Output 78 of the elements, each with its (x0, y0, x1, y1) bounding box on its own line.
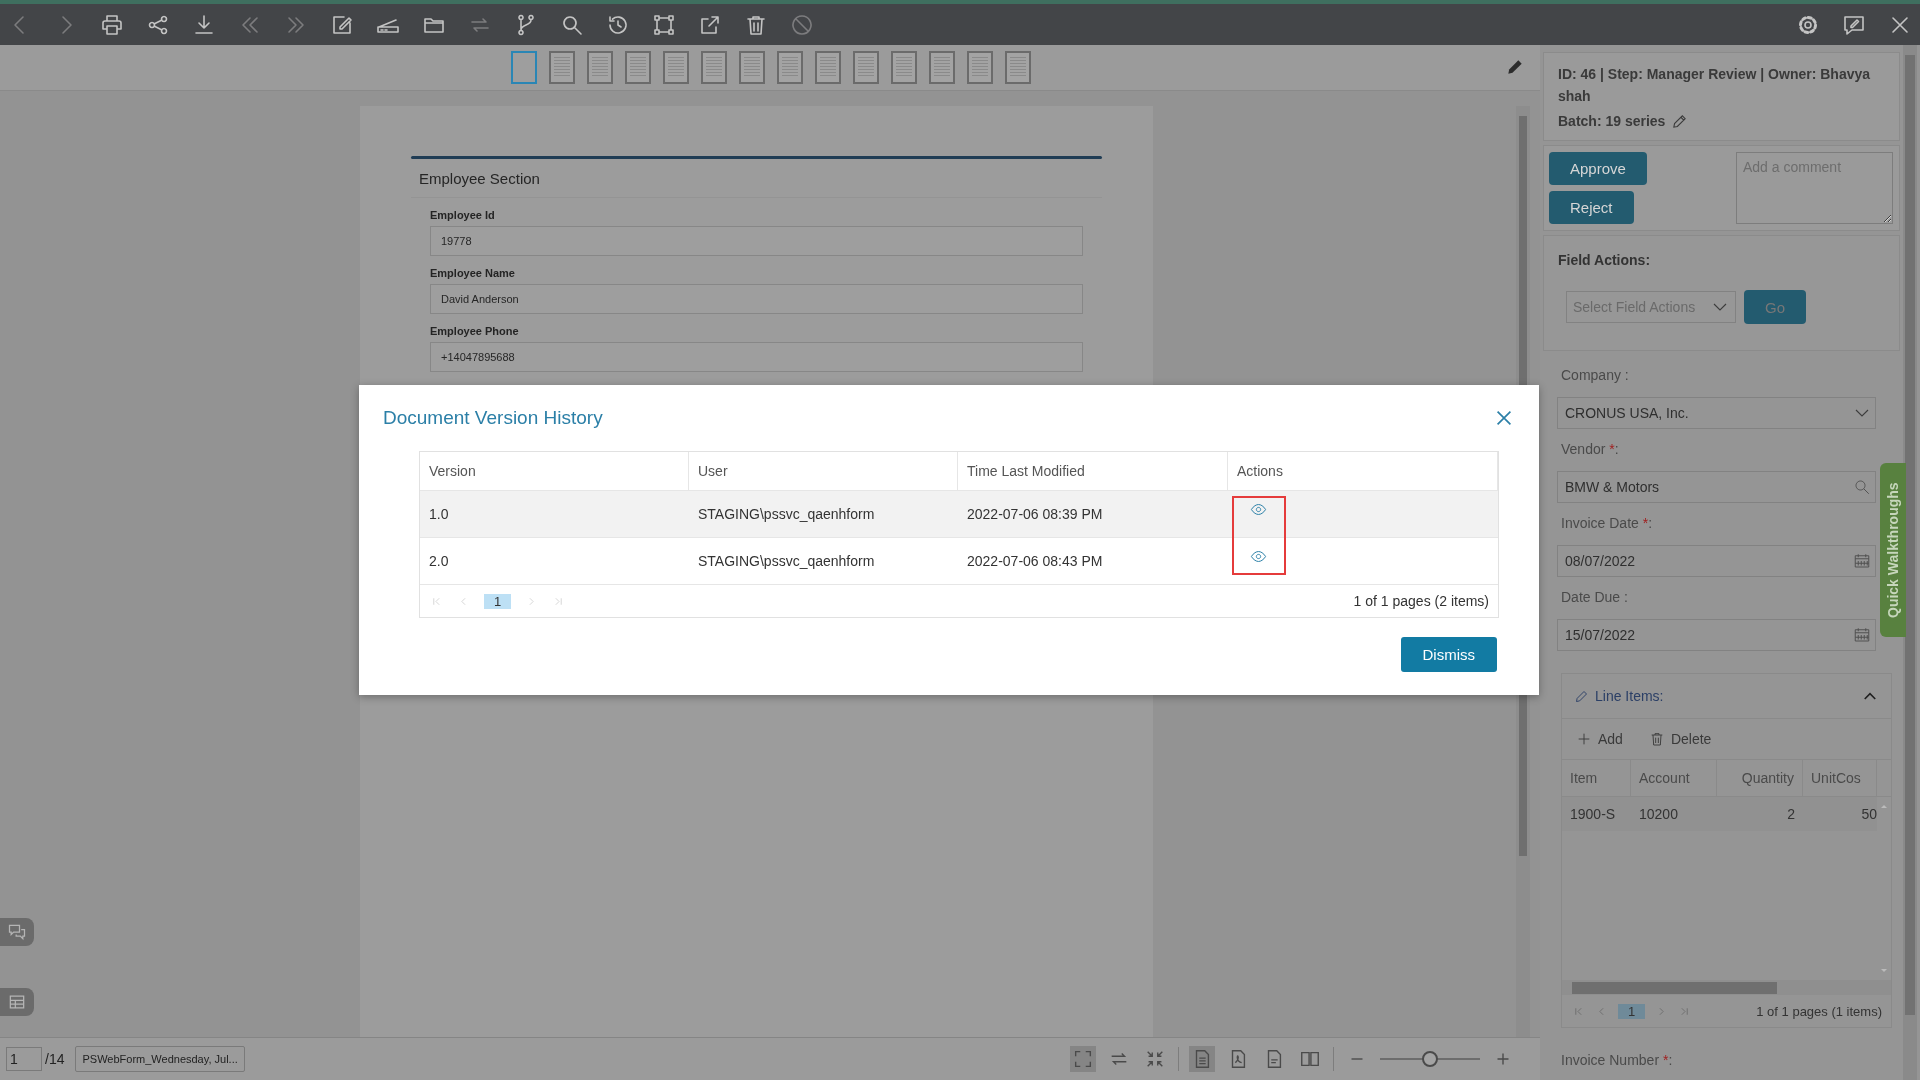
page-thumbnail[interactable] (663, 51, 689, 84)
pencil-icon (1574, 688, 1589, 704)
text-field[interactable]: +14047895688 (430, 342, 1083, 372)
add-button[interactable]: Add (1576, 731, 1623, 747)
quick-walkthroughs-tab[interactable]: Quick Walkthroughs (1880, 463, 1906, 637)
table-cell-text: STAGING\pssvc_qaenhform (697, 505, 876, 524)
page-number[interactable]: 1 (1618, 1003, 1646, 1019)
pencil-icon[interactable] (1505, 57, 1525, 77)
download-icon[interactable] (192, 12, 216, 37)
table-row[interactable]: 1900-S 10200 2 50 (1562, 797, 1877, 831)
page-thumbnail[interactable] (549, 51, 575, 84)
plus-icon (1576, 731, 1592, 747)
field-label: Vendor *: (1561, 441, 1620, 457)
dropdown[interactable]: CRONUS USA, Inc. (1557, 397, 1876, 429)
column-header: Version (420, 452, 689, 490)
page-thumbnail[interactable] (853, 51, 879, 84)
delete-button[interactable]: Delete (1648, 731, 1712, 747)
scrollbar[interactable] (1903, 45, 1917, 1080)
column-header[interactable]: Account (1631, 760, 1717, 796)
text-field[interactable]: 19778 (430, 226, 1083, 256)
field-label: Employee Id (430, 209, 496, 221)
table-cell-text: 2.0 (428, 552, 450, 571)
batch-label: Batch: 19 series (1558, 112, 1666, 131)
pager-summary: 1 of 1 pages (1 items) (1756, 1003, 1882, 1019)
section-title: Employee Section (411, 159, 1102, 198)
column-header[interactable]: UnitCos (1803, 760, 1877, 796)
page-thumbnail[interactable] (891, 51, 917, 84)
page-thumbnail[interactable] (587, 51, 613, 84)
page-thumbnail[interactable] (511, 51, 537, 84)
page-thumbnail[interactable] (1005, 51, 1031, 84)
page-thumbnail[interactable] (625, 51, 651, 84)
column-header[interactable]: Item (1562, 760, 1631, 796)
column-header: Actions (1228, 452, 1498, 490)
field-actions-label: Field Actions: (1558, 252, 1652, 268)
field-label: Invoice Number *: (1561, 1052, 1674, 1068)
approve-button[interactable]: Approve (1549, 152, 1647, 185)
chat-button[interactable] (0, 918, 34, 946)
table-cell-text: 1.0 (428, 505, 450, 524)
column-header: User (689, 452, 958, 490)
table-button[interactable] (0, 988, 34, 1016)
field-label: Company : (1561, 367, 1630, 383)
document-info: ID: 46 | Step: Manager Review | Owner: Bhavya shah (1558, 65, 1872, 106)
page-thumbnail[interactable] (701, 51, 727, 84)
workflow-icon[interactable] (652, 12, 676, 37)
zoom-slider[interactable] (1380, 1051, 1480, 1067)
date-field[interactable]: 15/07/2022 (1557, 619, 1876, 651)
column-header: Time Last Modified (958, 452, 1228, 490)
page-thumbnail[interactable] (739, 51, 765, 84)
table-cell-text: 2022-07-06 08:43 PM (966, 552, 1104, 571)
table-cell-text: STAGING\pssvc_qaenhform (697, 552, 876, 571)
table-cell-text: 2022-07-06 08:39 PM (966, 505, 1104, 524)
page-thumbnail[interactable] (777, 51, 803, 84)
single-page-icon[interactable] (1189, 1046, 1215, 1072)
printer-icon[interactable] (100, 12, 124, 37)
page-number-field[interactable]: 1 (6, 1047, 42, 1071)
field-label: Employee Phone (430, 325, 520, 337)
fit-page-icon[interactable] (1070, 1046, 1096, 1072)
file-name-field[interactable]: PSWebForm_Wednesday, Jul... (75, 1046, 245, 1072)
dismiss-button[interactable]: Dismiss (1400, 637, 1497, 672)
page-thumbnail[interactable] (929, 51, 955, 84)
page-thumbnail[interactable] (815, 51, 841, 84)
pager-summary: 1 of 1 pages (2 items) (1353, 593, 1489, 609)
column-header[interactable]: Quantity (1717, 760, 1803, 796)
calendar-icon[interactable] (1853, 552, 1871, 570)
page-number[interactable]: 1 (484, 593, 512, 609)
text-field[interactable]: David Anderson (430, 284, 1083, 314)
pencil-icon[interactable] (1671, 112, 1689, 130)
reject-button[interactable]: Reject (1549, 191, 1634, 224)
page-count: /14 (45, 1051, 65, 1067)
date-field[interactable]: 08/07/2022 (1557, 545, 1876, 577)
scrollbar[interactable] (1562, 980, 1891, 995)
lookup-field[interactable]: BMW & Motors (1557, 471, 1876, 503)
calendar-icon[interactable] (1853, 626, 1871, 644)
section-title: Line Items: (1595, 688, 1664, 704)
field-label: Employee Name (430, 267, 516, 279)
dialog-title: Document Version History (383, 407, 603, 429)
chat-icon[interactable] (7, 922, 27, 942)
page-thumbnail[interactable] (967, 51, 993, 84)
